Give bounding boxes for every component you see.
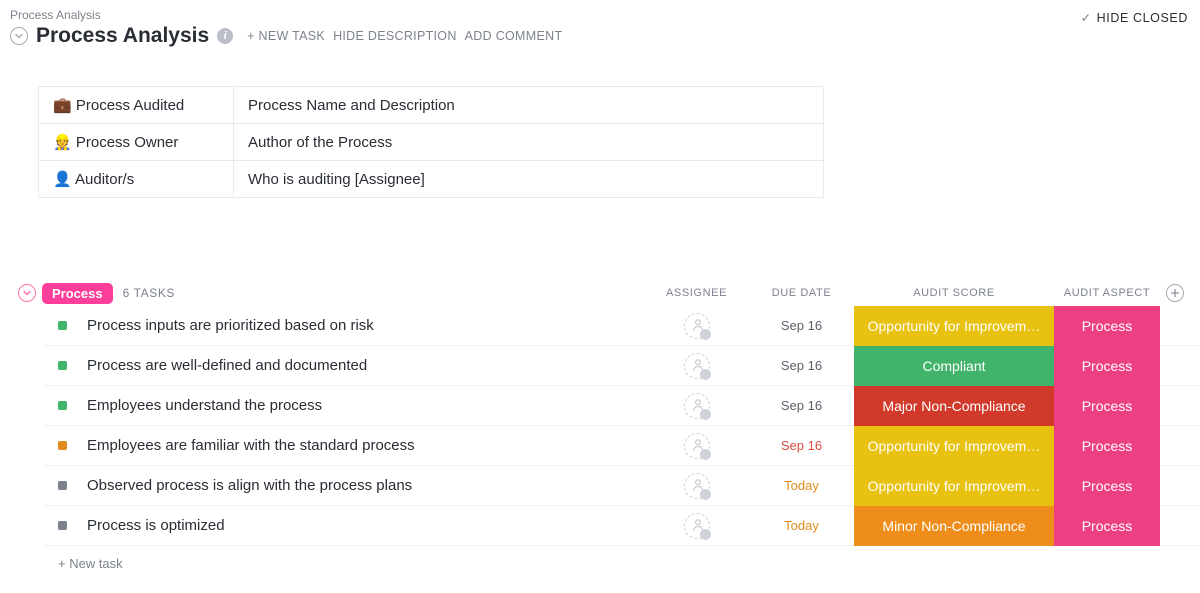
audit-aspect-cell[interactable]: Process	[1054, 386, 1160, 426]
details-table: 💼 Process Audited Process Name and Descr…	[38, 86, 824, 198]
add-comment-button[interactable]: ADD COMMENT	[465, 29, 563, 43]
group-collapse-icon[interactable]	[18, 284, 36, 302]
task-title[interactable]: Process is optimized	[87, 517, 644, 534]
new-task-row[interactable]: + New task	[44, 546, 1200, 571]
due-date-cell[interactable]: Today	[749, 518, 854, 533]
detail-label: Process Audited	[76, 97, 184, 114]
audit-score-cell[interactable]: Opportunity for Improvem…	[854, 426, 1054, 466]
task-row[interactable]: Employees understand the process Sep 16Ma…	[44, 386, 1200, 426]
task-count: 6 TASKS	[123, 286, 175, 300]
assign-user-icon[interactable]	[684, 513, 710, 539]
hide-description-button[interactable]: HIDE DESCRIPTION	[333, 29, 457, 43]
task-row[interactable]: Process inputs are prioritized based on …	[44, 306, 1200, 346]
audit-aspect-cell[interactable]: Process	[1054, 506, 1160, 546]
task-row[interactable]: Process are well-defined and documented S…	[44, 346, 1200, 386]
status-dot[interactable]	[58, 521, 67, 530]
audit-score-cell[interactable]: Opportunity for Improvem…	[854, 306, 1054, 346]
briefcase-icon: 💼	[53, 97, 72, 114]
audit-aspect-cell[interactable]: Process	[1054, 306, 1160, 346]
col-header-duedate[interactable]: DUE DATE	[749, 287, 854, 299]
audit-aspect-cell[interactable]: Process	[1054, 466, 1160, 506]
group-pill[interactable]: Process	[42, 283, 113, 304]
due-date-cell[interactable]: Sep 16	[749, 358, 854, 373]
due-date-cell[interactable]: Sep 16	[749, 438, 854, 453]
assignee-cell[interactable]	[644, 353, 749, 379]
task-title[interactable]: Employees are familiar with the standard…	[87, 437, 644, 454]
assign-user-icon[interactable]	[684, 473, 710, 499]
audit-score-cell[interactable]: Compliant	[854, 346, 1054, 386]
status-dot[interactable]	[58, 321, 67, 330]
due-date-cell[interactable]: Today	[749, 478, 854, 493]
check-icon: ✓	[1081, 10, 1092, 25]
assignee-cell[interactable]	[644, 473, 749, 499]
task-row[interactable]: Employees are familiar with the standard…	[44, 426, 1200, 466]
assign-user-icon[interactable]	[684, 353, 710, 379]
col-header-assignee[interactable]: ASSIGNEE	[644, 287, 749, 299]
task-title[interactable]: Process inputs are prioritized based on …	[87, 317, 644, 334]
page-title: Process Analysis	[36, 24, 209, 48]
audit-score-cell[interactable]: Major Non-Compliance	[854, 386, 1054, 426]
person-icon: 👤	[53, 171, 72, 188]
due-date-cell[interactable]: Sep 16	[749, 318, 854, 333]
table-row: 👤 Auditor/s Who is auditing [Assignee]	[39, 161, 824, 198]
assign-user-icon[interactable]	[684, 313, 710, 339]
task-title[interactable]: Observed process is align with the proce…	[87, 477, 644, 494]
assignee-cell[interactable]	[644, 513, 749, 539]
assign-user-icon[interactable]	[684, 433, 710, 459]
status-dot[interactable]	[58, 401, 67, 410]
new-task-button[interactable]: + NEW TASK	[247, 29, 325, 43]
status-dot[interactable]	[58, 361, 67, 370]
assign-user-icon[interactable]	[684, 393, 710, 419]
detail-label: Auditor/s	[75, 171, 134, 188]
detail-value[interactable]: Process Name and Description	[234, 87, 824, 124]
detail-label: Process Owner	[76, 134, 179, 151]
audit-score-cell[interactable]: Minor Non-Compliance	[854, 506, 1054, 546]
collapse-list-icon[interactable]	[10, 27, 28, 45]
owner-icon: 👷	[53, 134, 72, 151]
audit-score-cell[interactable]: Opportunity for Improvem…	[854, 466, 1054, 506]
detail-value[interactable]: Author of the Process	[234, 124, 824, 161]
audit-aspect-cell[interactable]: Process	[1054, 346, 1160, 386]
task-title[interactable]: Process are well-defined and documented	[87, 357, 644, 374]
assignee-cell[interactable]	[644, 313, 749, 339]
add-column-button[interactable]	[1166, 284, 1184, 302]
task-row[interactable]: Process is optimized TodayMinor Non-Compl…	[44, 506, 1200, 546]
col-header-score[interactable]: AUDIT SCORE	[854, 287, 1054, 299]
assignee-cell[interactable]	[644, 433, 749, 459]
info-icon[interactable]: i	[217, 28, 233, 44]
assignee-cell[interactable]	[644, 393, 749, 419]
task-title[interactable]: Employees understand the process	[87, 397, 644, 414]
col-header-aspect[interactable]: AUDIT ASPECT	[1054, 287, 1160, 299]
hide-closed-toggle[interactable]: ✓ HIDE CLOSED	[1081, 0, 1200, 25]
audit-aspect-cell[interactable]: Process	[1054, 426, 1160, 466]
status-dot[interactable]	[58, 441, 67, 450]
status-dot[interactable]	[58, 481, 67, 490]
table-row: 💼 Process Audited Process Name and Descr…	[39, 87, 824, 124]
task-row[interactable]: Observed process is align with the proce…	[44, 466, 1200, 506]
breadcrumb[interactable]: Process Analysis	[10, 8, 562, 22]
hide-closed-label: HIDE CLOSED	[1097, 11, 1188, 25]
detail-value[interactable]: Who is auditing [Assignee]	[234, 161, 824, 198]
table-row: 👷 Process Owner Author of the Process	[39, 124, 824, 161]
due-date-cell[interactable]: Sep 16	[749, 398, 854, 413]
